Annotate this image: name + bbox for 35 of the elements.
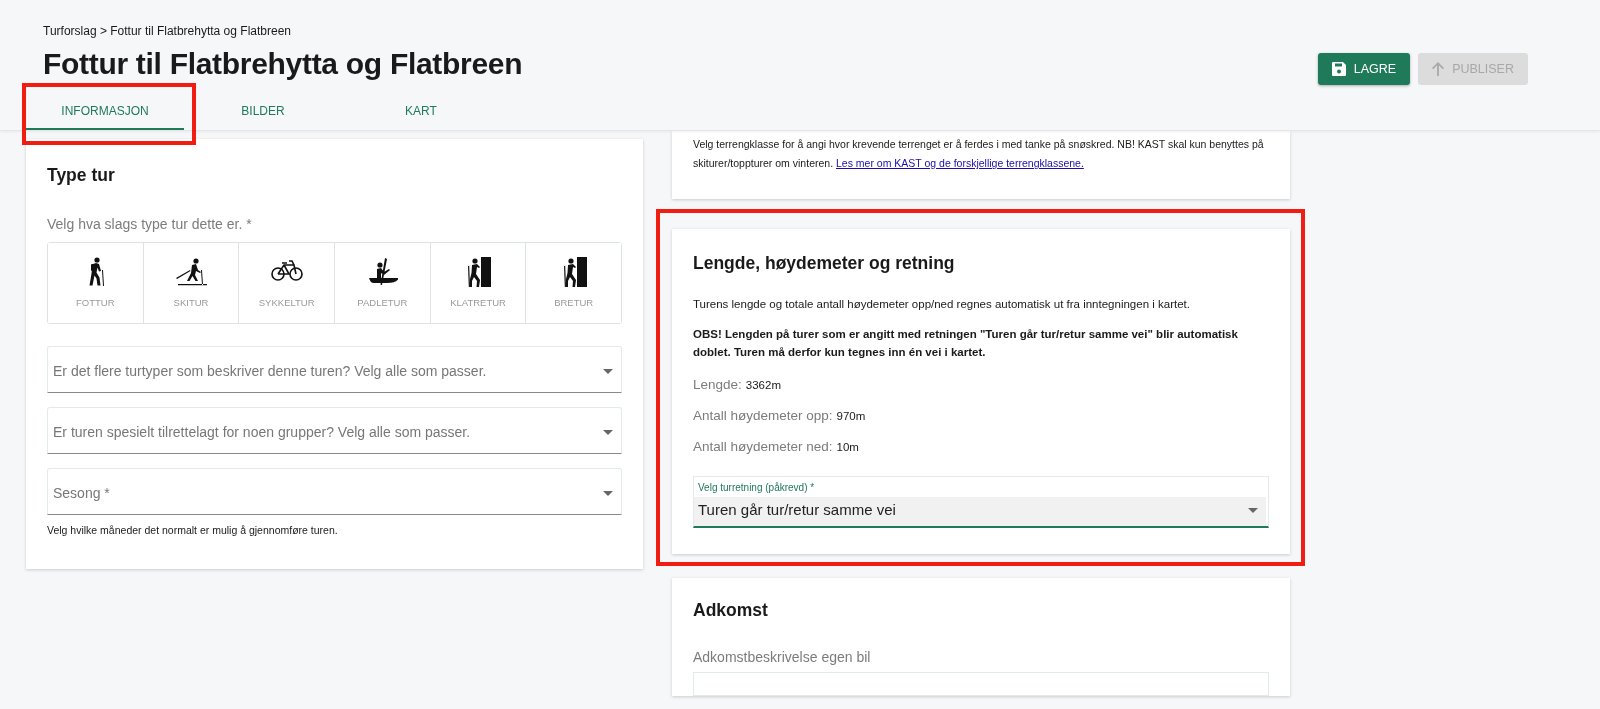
stat-value: 10m xyxy=(836,440,859,456)
direction-dropdown[interactable]: Velg turretning (påkrevd) * Turen går tur/retur samme vei xyxy=(693,476,1269,528)
card-title: Lengde, høydemeter og retning xyxy=(693,253,956,274)
paragraph: Turens lengde og totale antall høydemeter opp/ned regnes automatisk ut fra inntegningen i kartet. xyxy=(693,297,1191,312)
dropdown-field[interactable]: Sesong * xyxy=(47,468,622,515)
tour-type-option[interactable]: FOTTUR xyxy=(48,243,144,323)
arrow-up-icon xyxy=(1432,62,1445,76)
dropdown-caret-icon xyxy=(603,369,613,374)
dropdown-field[interactable]: Er turen spesielt tilrettelagt for noen grupper? Velg alle som passer. xyxy=(47,407,622,454)
dropdown-caret-icon xyxy=(603,491,613,496)
text-area-field[interactable] xyxy=(693,671,1269,696)
kayaker-icon xyxy=(366,255,399,288)
field-label: Velg hva slags type tur dette er. * xyxy=(47,215,253,234)
card-title: Adkomst xyxy=(693,599,769,621)
notice-text: OBS! Lengden på turer som er angitt med retningen "Turen går tur/retur samme vei" blir automatisk doblet. Turen må derfor kun tegnes inn én vei i kartet. xyxy=(693,327,1239,361)
stat-label: Lengde: xyxy=(693,376,742,395)
dropdown-caret-icon xyxy=(603,430,613,435)
page-title: Fottur til Flatbrehytta og Flatbreen xyxy=(43,46,523,82)
save-button[interactable]: LAGRE xyxy=(1317,53,1411,85)
tab[interactable]: INFORMASJON xyxy=(26,94,184,130)
tab[interactable]: BILDER xyxy=(184,94,342,130)
dropdown-field[interactable]: Er det flere turtyper som beskriver denne turen? Velg alle som passer. xyxy=(47,346,622,393)
tab[interactable]: KART xyxy=(342,94,500,130)
card-title: Type tur xyxy=(47,165,116,186)
stat-value: 970m xyxy=(836,409,866,425)
skier-icon xyxy=(175,255,207,288)
info-link[interactable]: Les mer om KAST og de forskjellige terrengklassene. xyxy=(836,157,1084,169)
paragraph: Velg terrengklasse for å angi hvor krevende terrenget er å ferdes i med tanke på snøskred. NB! KAST skal kun benyttes på skiturer/toppturer om vinteren. Les mer om KAST og de forskjellige terrengklassene. xyxy=(693,137,1265,171)
breadcrumb-text: Turforslag > Fottur til Flatbrehytta og Flatbreen xyxy=(43,23,292,40)
stat-label: Antall høydemeter opp: xyxy=(693,407,833,426)
dropdown-caret-icon xyxy=(1248,508,1258,513)
field-label: Adkomstbeskrivelse egen bil xyxy=(693,647,872,667)
helper-text: Velg hvilke måneder det normalt er mulig å gjennomføre turen. xyxy=(47,523,339,538)
stat-label: Antall høydemeter ned: xyxy=(693,438,833,457)
stat-value: 3362m xyxy=(745,378,781,394)
